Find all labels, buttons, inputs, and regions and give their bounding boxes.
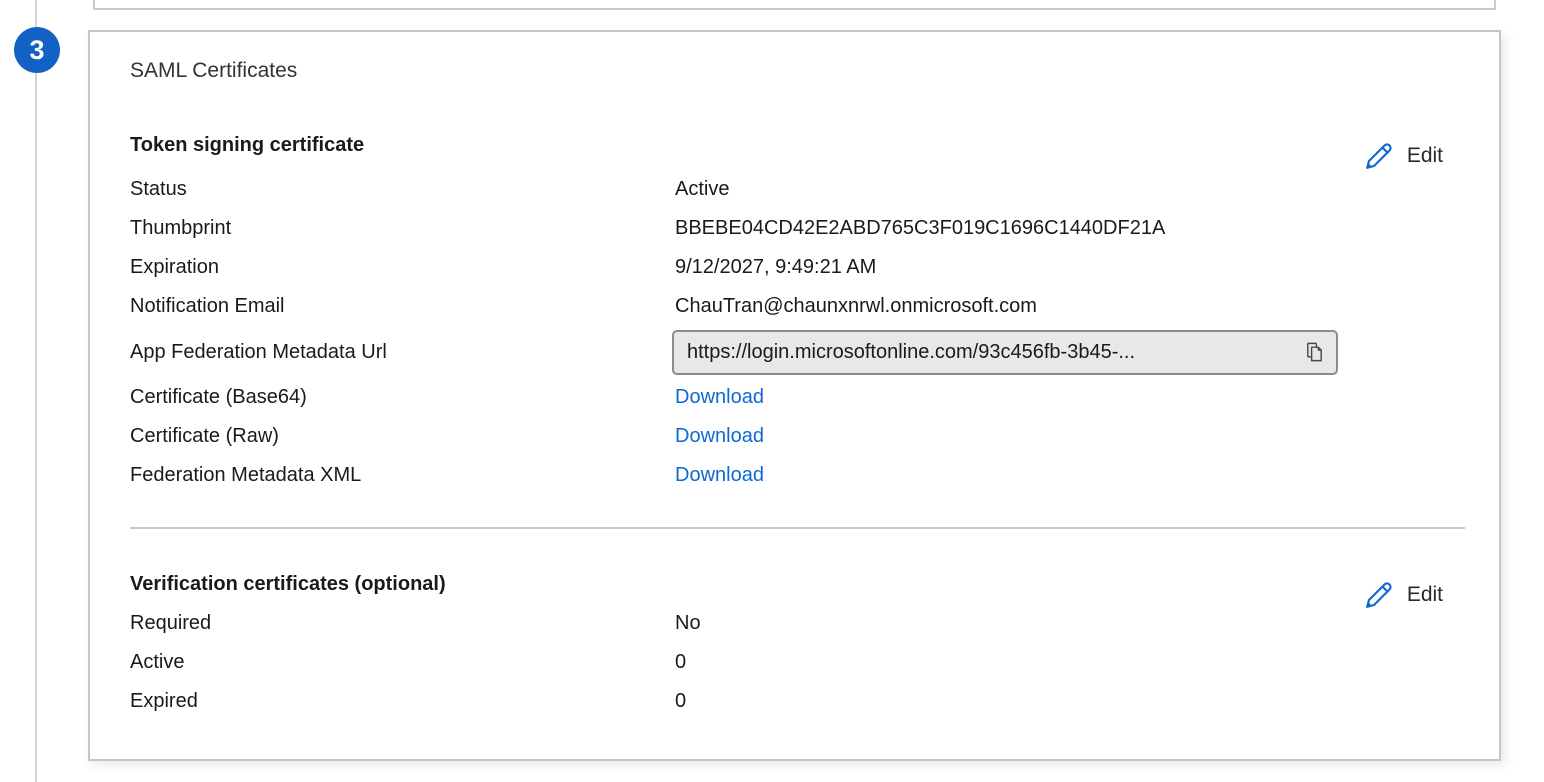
download-federation-metadata-xml-link[interactable]: Download <box>675 464 764 487</box>
expired-count-value: 0 <box>675 690 686 713</box>
copy-icon[interactable] <box>1303 340 1326 364</box>
metadata-url-input[interactable] <box>687 341 1295 364</box>
row-expired-count: Expired 0 <box>130 682 1443 721</box>
row-app-federation-metadata-url: App Federation Metadata Url <box>130 326 1443 378</box>
previous-step-card-edge <box>93 0 1496 10</box>
required-value: No <box>675 612 701 635</box>
active-count-value: 0 <box>675 651 686 674</box>
token-signing-rows: Status Active Thumbprint BBEBE04CD42E2AB… <box>130 170 1443 495</box>
row-federation-metadata-xml: Federation Metadata XML Download <box>130 456 1443 495</box>
token-signing-certificate-section: Token signing certificate Edit Status Ac… <box>130 131 1443 495</box>
timeline-connector <box>35 0 37 782</box>
row-notification-email: Notification Email ChauTran@chaunxnrwl.o… <box>130 287 1443 326</box>
edit-button-label: Edit <box>1407 580 1443 610</box>
pencil-icon <box>1364 141 1394 171</box>
expiration-label: Expiration <box>130 256 675 279</box>
step-number: 3 <box>29 35 44 66</box>
pencil-icon <box>1364 580 1394 610</box>
row-thumbprint: Thumbprint BBEBE04CD42E2ABD765C3F019C169… <box>130 209 1443 248</box>
required-label: Required <box>130 612 675 635</box>
row-required: Required No <box>130 604 1443 643</box>
expiration-value: 9/12/2027, 9:49:21 AM <box>675 256 876 279</box>
federation-metadata-xml-label: Federation Metadata XML <box>130 464 675 487</box>
verification-rows: Required No Active 0 Expired 0 <box>130 604 1443 721</box>
step-3-badge: 3 <box>14 27 60 73</box>
metadata-url-label: App Federation Metadata Url <box>130 341 675 364</box>
download-certificate-raw-link[interactable]: Download <box>675 425 764 448</box>
certificate-base64-label: Certificate (Base64) <box>130 386 675 409</box>
edit-button-label: Edit <box>1407 141 1443 171</box>
expired-count-label: Expired <box>130 690 675 713</box>
section-divider <box>130 527 1465 529</box>
thumbprint-value: BBEBE04CD42E2ABD765C3F019C1696C1440DF21A <box>675 217 1165 240</box>
row-certificate-raw: Certificate (Raw) Download <box>130 417 1443 456</box>
verification-heading: Verification certificates (optional) <box>130 570 1443 598</box>
row-active-count: Active 0 <box>130 643 1443 682</box>
notification-email-value: ChauTran@chaunxnrwl.onmicrosoft.com <box>675 295 1037 318</box>
metadata-url-copybox[interactable] <box>672 330 1338 375</box>
card-title: SAML Certificates <box>130 56 1443 86</box>
row-status: Status Active <box>130 170 1443 209</box>
edit-verification-button[interactable]: Edit <box>1364 580 1443 610</box>
token-signing-heading: Token signing certificate <box>130 131 1443 159</box>
status-value: Active <box>675 178 729 201</box>
status-label: Status <box>130 178 675 201</box>
thumbprint-label: Thumbprint <box>130 217 675 240</box>
row-certificate-base64: Certificate (Base64) Download <box>130 378 1443 417</box>
row-expiration: Expiration 9/12/2027, 9:49:21 AM <box>130 248 1443 287</box>
verification-certificates-section: Verification certificates (optional) Edi… <box>130 570 1443 721</box>
saml-certificates-card: SAML Certificates Token signing certific… <box>88 30 1501 761</box>
certificate-raw-label: Certificate (Raw) <box>130 425 675 448</box>
active-count-label: Active <box>130 651 675 674</box>
notification-email-label: Notification Email <box>130 295 675 318</box>
edit-token-signing-button[interactable]: Edit <box>1364 141 1443 171</box>
download-certificate-base64-link[interactable]: Download <box>675 386 764 409</box>
